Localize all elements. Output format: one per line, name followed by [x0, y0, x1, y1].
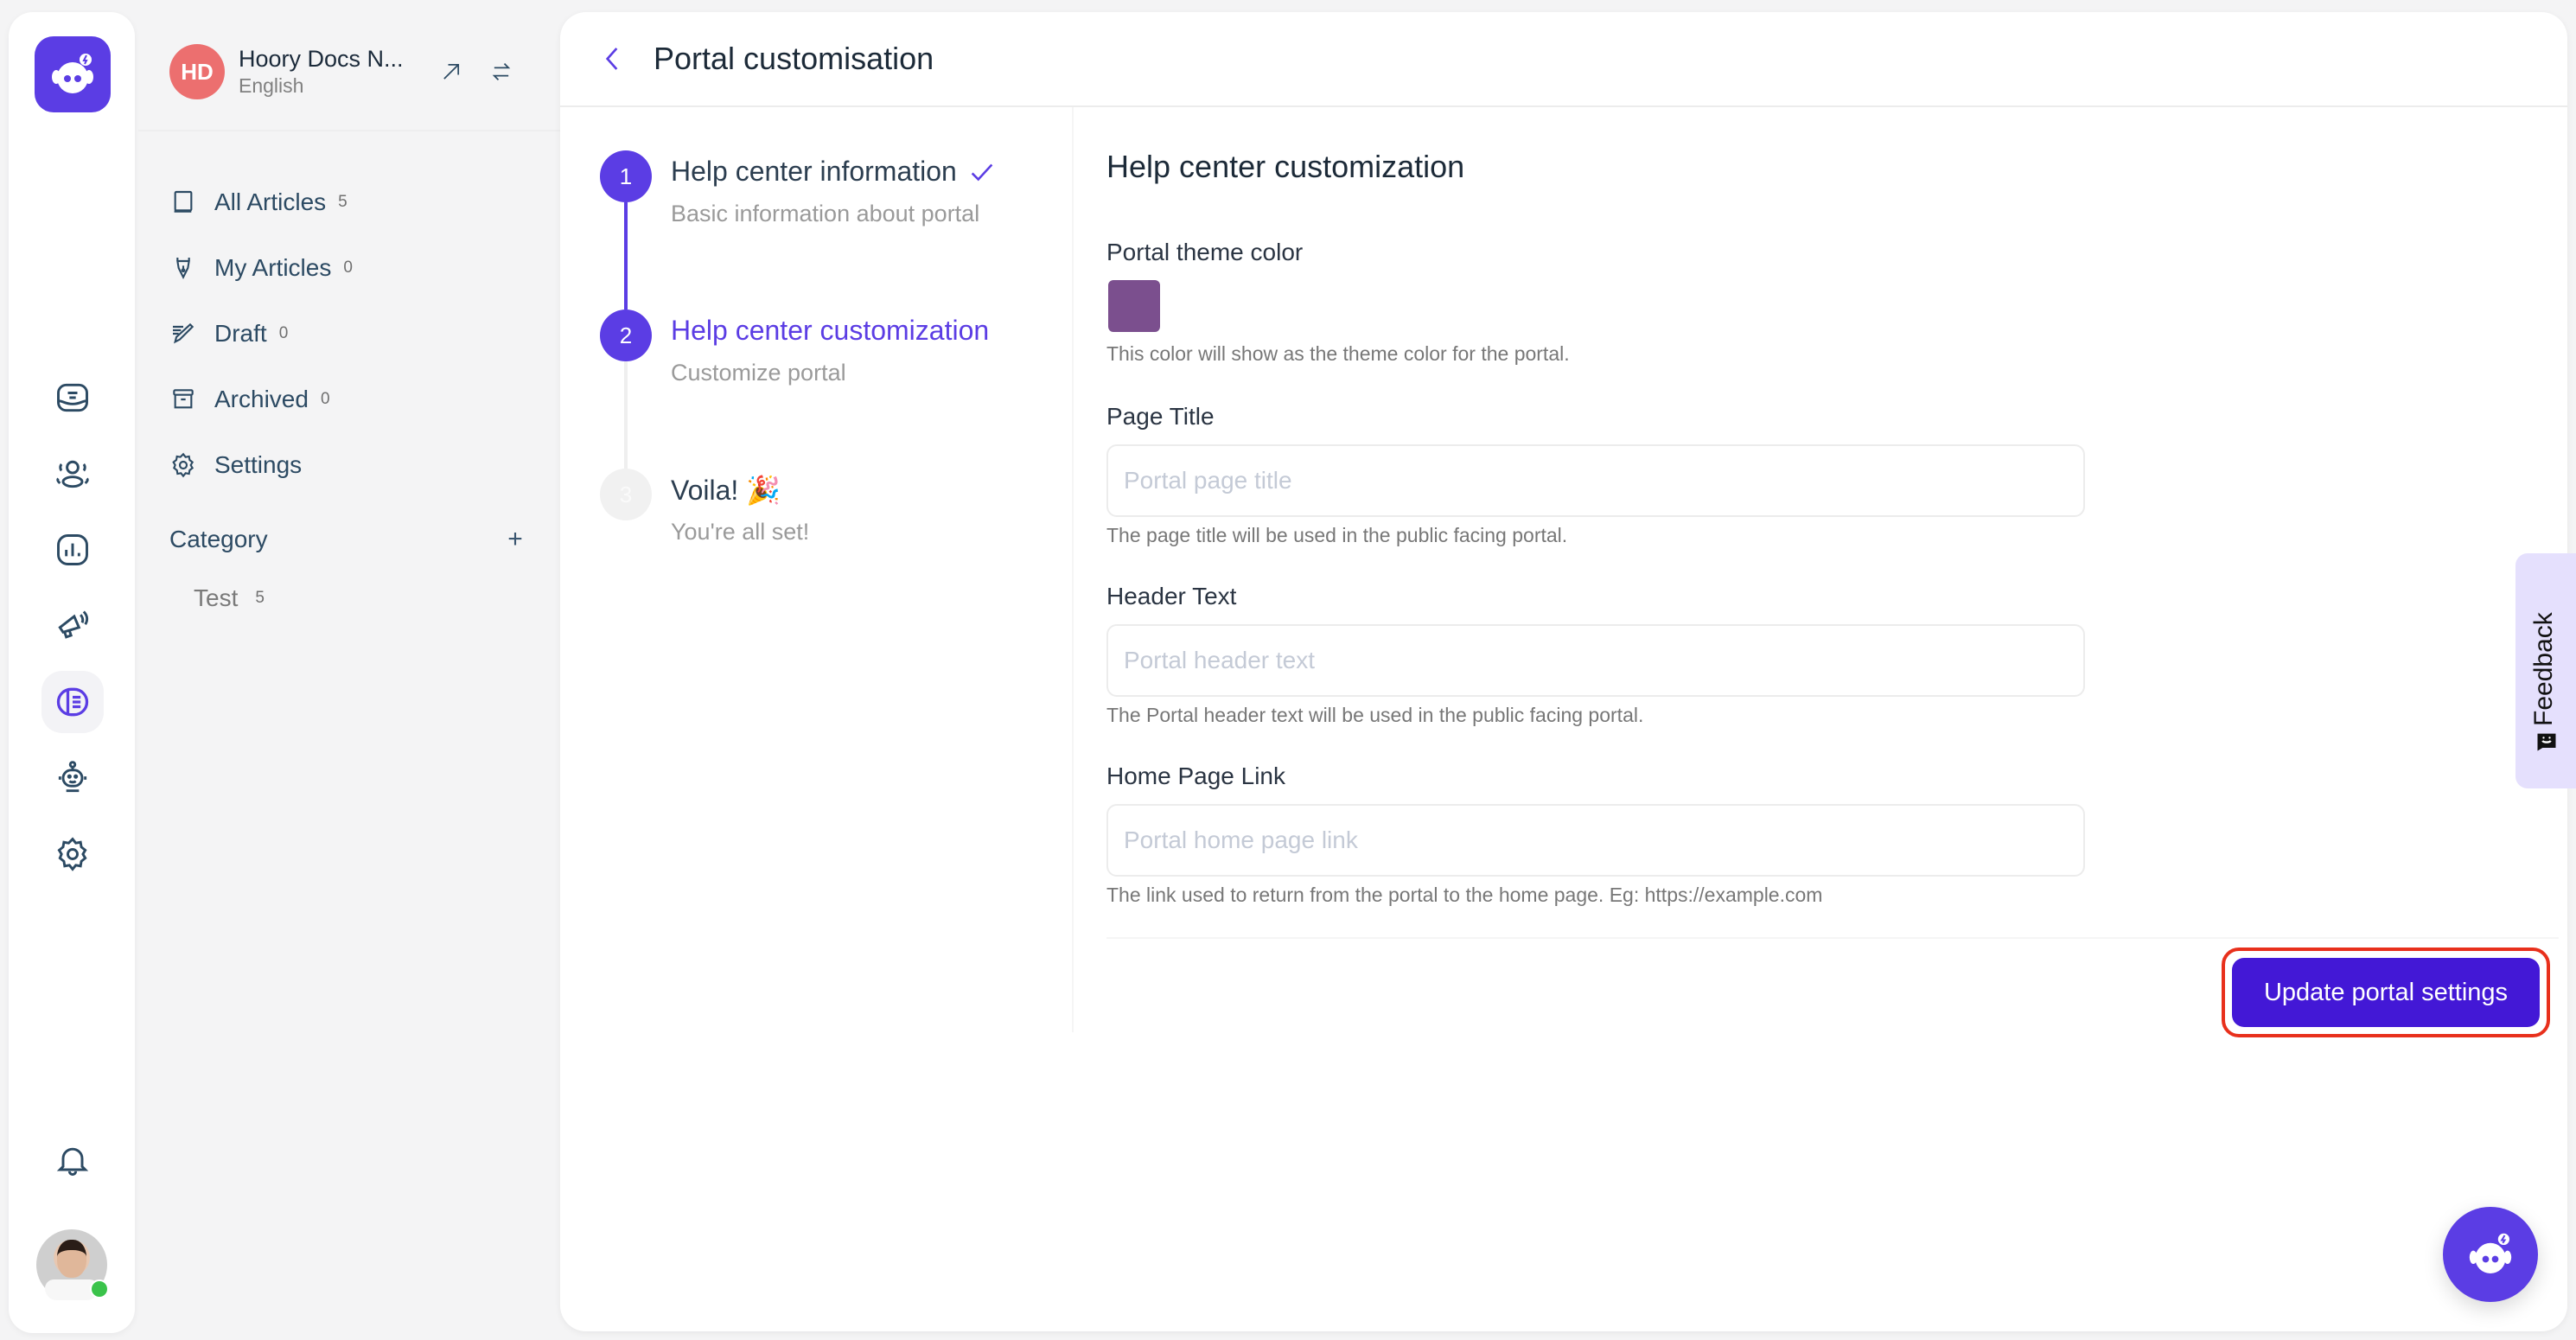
- form-title: Help center customization: [1106, 149, 1465, 184]
- step-title-wrap: Help center information: [671, 156, 997, 188]
- reports-icon[interactable]: [41, 519, 104, 581]
- sidebar-divider: [138, 130, 562, 131]
- page-header: Portal customisation: [560, 12, 2567, 107]
- step-number: 1: [600, 150, 652, 202]
- nav-count: 5: [338, 193, 348, 211]
- chevron-left-icon: [605, 48, 618, 70]
- header-text-help: The Portal header text will be used in t…: [1106, 704, 1644, 726]
- category-header: Category +: [169, 520, 532, 558]
- category-count: 5: [255, 589, 265, 607]
- step-number: 3: [600, 469, 652, 520]
- nav-label: My Articles: [214, 254, 332, 281]
- nav-label: Archived: [214, 386, 309, 412]
- main-panel: Portal customisation 1 Help center infor…: [560, 12, 2567, 1331]
- category-title: Category: [169, 526, 268, 552]
- chat-widget-button[interactable]: [2443, 1207, 2538, 1302]
- nav-all-articles[interactable]: All Articles 5: [169, 169, 532, 235]
- step-subtitle: Customize portal: [671, 360, 846, 386]
- hoory-logo-icon[interactable]: [35, 36, 111, 112]
- settings-gear-icon[interactable]: [41, 823, 104, 885]
- pen-nib-icon: [176, 258, 190, 280]
- theme-color-help: This color will show as the theme color …: [1106, 342, 1570, 365]
- help-center-sidebar: HD Hoory Docs N... English All Articles …: [138, 0, 562, 1340]
- online-status-dot: [90, 1279, 109, 1299]
- inbox-icon[interactable]: [41, 367, 104, 429]
- nav-label: Settings: [214, 451, 303, 478]
- hoory-bot-icon: [2469, 1233, 2512, 1273]
- user-avatar[interactable]: [36, 1229, 109, 1300]
- feedback-label: Feedback: [2529, 612, 2558, 726]
- swap-arrows-icon: [492, 63, 511, 80]
- step-title: Help center information: [671, 156, 957, 187]
- home-page-link-help: The link used to return from the portal …: [1106, 884, 1823, 906]
- switch-portal-button[interactable]: [482, 53, 520, 91]
- step-subtitle: You're all set!: [671, 519, 810, 545]
- nav-label: All Articles: [214, 188, 327, 215]
- theme-color-label: Portal theme color: [1106, 239, 1304, 265]
- nav-count: 0: [343, 258, 353, 277]
- customization-form: Help center customization Portal theme c…: [1072, 107, 2559, 1032]
- step-connector-pending: [624, 361, 628, 469]
- header-text-input[interactable]: [1106, 624, 2085, 697]
- check-icon: [971, 163, 993, 181]
- step-title: Voila! 🎉: [671, 475, 781, 506]
- page-title-input[interactable]: [1106, 444, 2085, 517]
- avatar-face: [57, 1240, 86, 1278]
- header-text-label: Header Text: [1106, 583, 1237, 609]
- portal-name: Hoory Docs N...: [239, 46, 404, 72]
- contacts-icon[interactable]: [41, 443, 104, 505]
- nav-archived[interactable]: Archived 0: [169, 367, 532, 432]
- nav-label: Draft: [214, 320, 267, 347]
- feedback-tab[interactable]: Feedback: [2515, 553, 2576, 788]
- portal-locale: English: [239, 74, 304, 97]
- portal-meta: Hoory Docs N... English: [239, 46, 420, 98]
- portal-avatar: HD: [169, 44, 225, 99]
- home-page-link-input[interactable]: [1106, 804, 2085, 877]
- book-icon: [174, 190, 193, 213]
- nav-draft[interactable]: Draft 0: [169, 301, 532, 367]
- portal-switcher: HD Hoory Docs N... English: [169, 43, 532, 100]
- primary-nav-rail: [9, 12, 135, 1333]
- theme-color-picker[interactable]: [1108, 280, 1160, 332]
- archive-box-icon: [173, 389, 194, 409]
- campaigns-megaphone-icon[interactable]: [41, 595, 104, 657]
- category-item-test[interactable]: Test 5: [194, 579, 265, 617]
- nav-count: 0: [278, 324, 289, 342]
- nav-count: 0: [320, 390, 330, 408]
- add-category-button[interactable]: +: [498, 525, 532, 554]
- back-button[interactable]: [595, 41, 629, 76]
- nav-my-articles[interactable]: My Articles 0: [169, 235, 532, 301]
- help-center-icon[interactable]: [41, 671, 104, 733]
- update-portal-settings-button[interactable]: Update portal settings: [2232, 958, 2540, 1027]
- open-portal-button[interactable]: [432, 53, 470, 91]
- gear-icon: [172, 452, 194, 478]
- draft-pencil-icon: [173, 322, 194, 344]
- home-page-link-label: Home Page Link: [1106, 763, 1286, 789]
- bot-icon[interactable]: [41, 747, 104, 809]
- nav-settings[interactable]: Settings: [169, 432, 532, 498]
- page-title: Portal customisation: [654, 41, 934, 76]
- external-arrow-icon: [443, 63, 460, 80]
- step-connector-complete: [624, 202, 628, 309]
- smiley-chat-icon: [2537, 733, 2556, 751]
- page-title-help: The page title will be used in the publi…: [1106, 524, 1568, 546]
- article-nav: All Articles 5 My Articles 0 Draft 0 Arc…: [169, 169, 532, 498]
- step-title: Help center customization: [671, 315, 990, 346]
- step-subtitle: Basic information about portal: [671, 201, 980, 227]
- page-title-label: Page Title: [1106, 403, 1215, 430]
- category-label: Test: [194, 584, 239, 611]
- step-number: 2: [600, 309, 652, 361]
- form-divider: [1106, 937, 2559, 939]
- bell-icon[interactable]: [41, 1129, 104, 1191]
